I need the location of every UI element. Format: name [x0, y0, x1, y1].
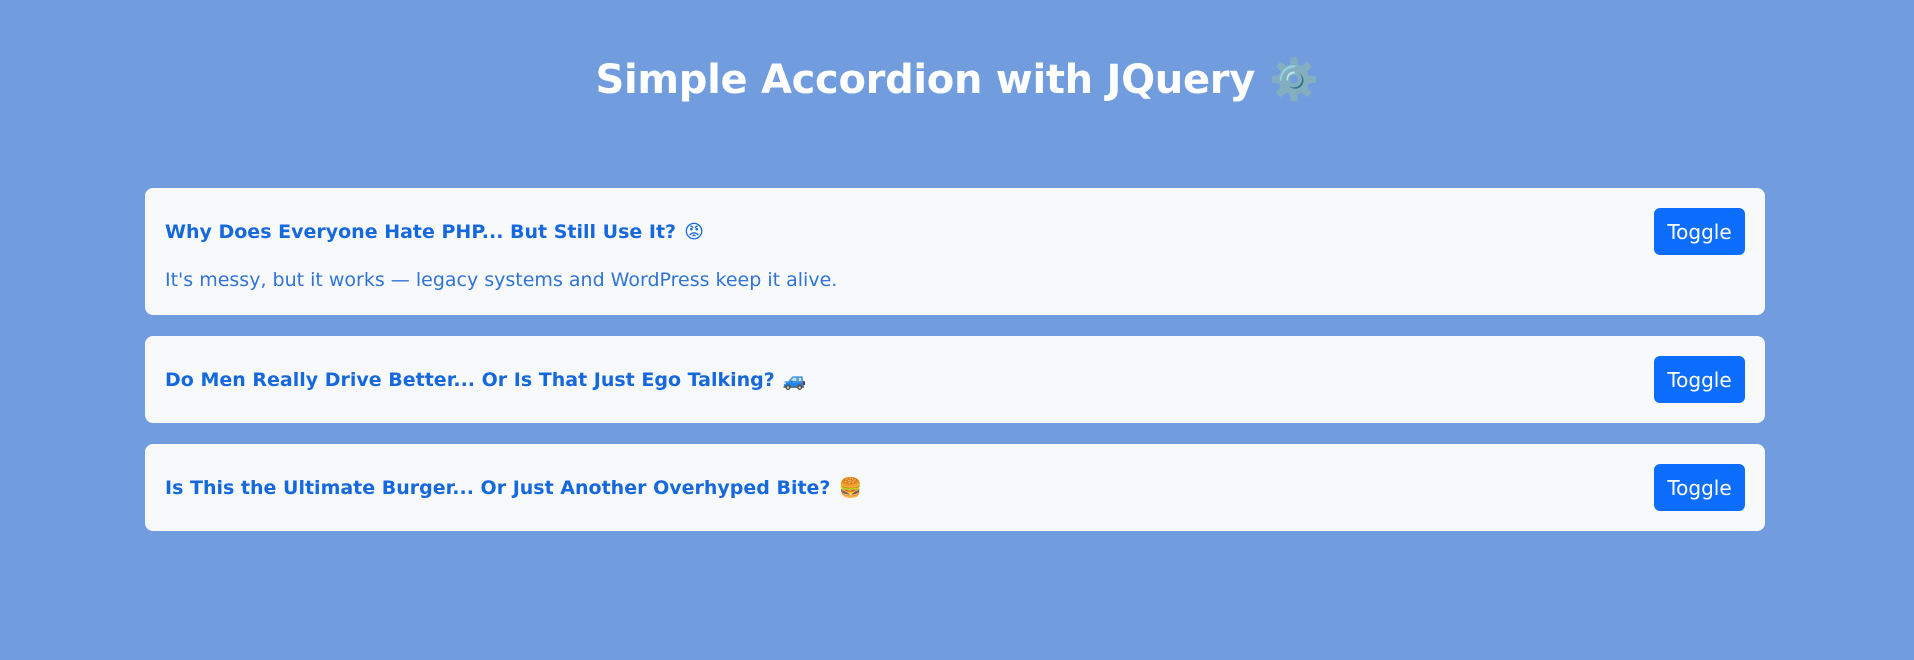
accordion-item-header: Why Does Everyone Hate PHP... But Still … [165, 208, 1745, 255]
burger-icon: 🍔 [838, 477, 863, 499]
accordion-item-driving: Do Men Really Drive Better... Or Is That… [145, 336, 1765, 423]
accordion-answer: It's messy, but it works — legacy system… [165, 269, 838, 291]
gear-icon: ⚙️ [1268, 57, 1319, 103]
toggle-button[interactable]: Toggle [1654, 208, 1745, 255]
toggle-button[interactable]: Toggle [1654, 464, 1745, 511]
accordion-question-text: Why Does Everyone Hate PHP... But Still … [165, 220, 677, 243]
accordion-item-burger: Is This the Ultimate Burger... Or Just A… [145, 444, 1765, 531]
accordion-item-header: Is This the Ultimate Burger... Or Just A… [165, 464, 1745, 511]
angry-face-icon: 😡 [684, 220, 704, 243]
accordion-question: Why Does Everyone Hate PHP... But Still … [165, 221, 704, 243]
page-title: Simple Accordion with JQuery ⚙️ [0, 52, 1914, 108]
accordion: Why Does Everyone Hate PHP... But Still … [145, 188, 1765, 552]
accordion-question-text: Do Men Really Drive Better... Or Is That… [165, 369, 775, 391]
accordion-item-php: Why Does Everyone Hate PHP... But Still … [145, 188, 1765, 315]
toggle-button[interactable]: Toggle [1654, 356, 1745, 403]
accordion-item-header: Do Men Really Drive Better... Or Is That… [165, 356, 1745, 403]
accordion-question-text: Is This the Ultimate Burger... Or Just A… [165, 477, 831, 499]
page-title-text: Simple Accordion with JQuery [595, 57, 1255, 103]
accordion-question: Do Men Really Drive Better... Or Is That… [165, 368, 806, 391]
accordion-question: Is This the Ultimate Burger... Or Just A… [165, 476, 862, 499]
car-icon: 🚙 [782, 369, 807, 391]
